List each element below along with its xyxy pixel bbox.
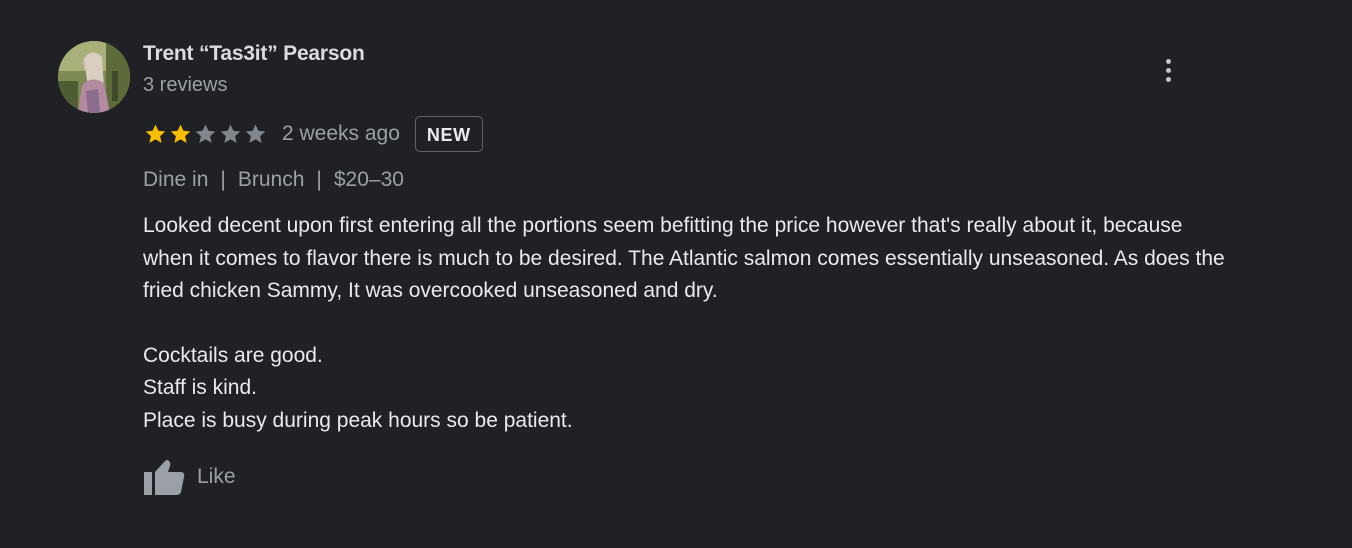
author-avatar[interactable]	[58, 41, 130, 113]
review-card: Trent “Tas3it” Pearson 3 reviews 2 weeks…	[0, 0, 1352, 548]
like-label: Like	[197, 465, 236, 488]
more-vert-icon-dot	[1165, 76, 1171, 82]
author-name[interactable]: Trent “Tas3it” Pearson	[143, 42, 365, 66]
meta-price: $20–30	[333, 168, 404, 191]
review-line: Staff is kind.	[143, 376, 258, 399]
star-filled-icon	[170, 124, 191, 143]
meta-service: Dine in	[143, 168, 209, 191]
user-photo-avatar-icon	[58, 41, 130, 113]
star-empty-icon	[220, 124, 241, 143]
star-empty-icon	[195, 124, 216, 143]
review-line: Place is busy during peak hours so be pa…	[143, 408, 573, 432]
rating-row: 2 weeks ago NEW	[143, 114, 483, 154]
meta-meal: Brunch	[237, 168, 305, 191]
review-line: Cocktails are good.	[143, 343, 323, 367]
more-options-button[interactable]	[1152, 52, 1184, 88]
thumb-up-icon	[144, 460, 185, 495]
star-empty-icon	[245, 124, 266, 143]
new-badge: NEW	[414, 116, 483, 152]
review-paragraph: Looked decent upon first entering all th…	[143, 214, 1225, 302]
star-rating	[143, 122, 268, 146]
more-vert-icon	[1165, 58, 1171, 64]
review-text: Looked decent upon first entering all th…	[143, 210, 1233, 437]
like-button[interactable]: Like	[143, 456, 236, 498]
review-meta: Dine in | Brunch | $20–30	[143, 168, 404, 192]
star-filled-icon	[145, 124, 166, 143]
more-vert-icon-dot	[1165, 67, 1171, 73]
meta-separator: |	[220, 168, 226, 191]
author-review-count: 3 reviews	[143, 74, 228, 96]
meta-separator: |	[316, 168, 322, 191]
review-time: 2 weeks ago	[282, 122, 400, 145]
